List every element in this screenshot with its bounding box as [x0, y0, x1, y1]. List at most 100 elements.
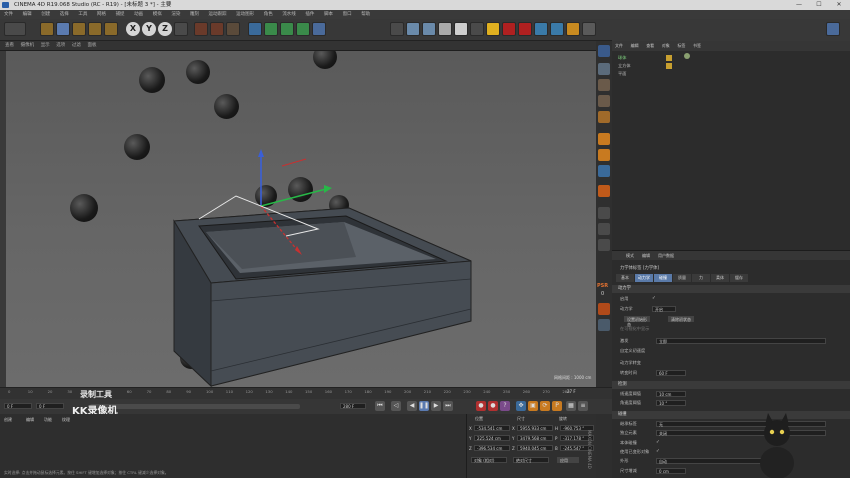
floor-icon[interactable]	[406, 22, 420, 36]
previous-key-button[interactable]: ◁	[391, 401, 401, 411]
environment-icon[interactable]	[438, 22, 452, 36]
axis-gizmo[interactable]	[6, 51, 596, 387]
rotation-key-button[interactable]: ⟳	[540, 401, 550, 411]
pen-spline-icon[interactable]	[264, 22, 278, 36]
menu-file[interactable]: 文件	[0, 10, 17, 19]
menu-select[interactable]: 选择	[56, 10, 73, 19]
area-light-icon[interactable]	[534, 22, 548, 36]
go-to-start-button[interactable]: ⏮	[375, 401, 385, 411]
menu-help[interactable]: 帮助	[357, 10, 374, 19]
menu-mograph[interactable]: 运动图形	[232, 10, 258, 19]
menu-simulate[interactable]: 模拟	[149, 10, 166, 19]
3d-viewport[interactable]: 网格间距 : 1000 cm	[0, 51, 596, 387]
object-menu-view[interactable]: 查看	[643, 41, 657, 51]
texture-mode-icon[interactable]	[598, 79, 610, 91]
background-icon[interactable]	[454, 22, 468, 36]
enable-snap-icon[interactable]	[598, 165, 610, 177]
xpresso-icon[interactable]	[582, 22, 596, 36]
knife-icon[interactable]	[598, 319, 610, 331]
position-key-button[interactable]: ✥	[516, 401, 526, 411]
sun-icon[interactable]	[550, 22, 564, 36]
snap-icon[interactable]	[598, 149, 610, 161]
menu-script[interactable]: 脚本	[320, 10, 337, 19]
menu-window[interactable]: 窗口	[339, 10, 356, 19]
object-menu-bookmarks[interactable]: 书签	[690, 41, 704, 51]
tab-basic[interactable]: 基本	[616, 274, 634, 282]
play-backward-button[interactable]: ◀	[407, 401, 417, 411]
minimize-button[interactable]: —	[790, 0, 808, 10]
viewport-menu-options[interactable]: 选项	[56, 41, 65, 51]
workplane-icon[interactable]	[598, 95, 610, 107]
cube-object-icon[interactable]	[248, 22, 262, 36]
angular-threshold-field[interactable]: 10 °	[656, 400, 686, 406]
deformer-icon[interactable]	[312, 22, 326, 36]
position-z-field[interactable]: -396.534 cm	[474, 445, 510, 451]
tab-cache[interactable]: 缓存	[730, 274, 748, 282]
scale-key-button[interactable]: ▣	[528, 401, 538, 411]
clear-initial-state-button[interactable]: 清除初状态	[668, 316, 694, 322]
menu-character[interactable]: 角色	[260, 10, 277, 19]
coordinate-system-icon[interactable]	[174, 22, 188, 36]
viewport-menu-camera[interactable]: 摄像机	[21, 41, 35, 51]
spot-light-icon[interactable]	[518, 22, 532, 36]
size-increment-field[interactable]: 0 cm	[656, 468, 686, 474]
render-picture-viewer-icon[interactable]	[210, 22, 224, 36]
material-menu-texture[interactable]: 纹理	[62, 417, 70, 423]
move-icon[interactable]	[56, 22, 70, 36]
menu-sculpt[interactable]: 雕刻	[186, 10, 203, 19]
viewport-menu-filter[interactable]: 过滤	[72, 41, 81, 51]
tab-dynamics[interactable]: 动力学	[635, 274, 653, 282]
keyframe-selection-button[interactable]: ?	[500, 401, 510, 411]
menu-edit[interactable]: 编辑	[19, 10, 36, 19]
autokey-button[interactable]: ●	[488, 401, 498, 411]
menu-animate[interactable]: 动画	[130, 10, 147, 19]
play-forward-button[interactable]: ▶	[431, 401, 441, 411]
sky-icon[interactable]	[422, 22, 436, 36]
position-y-field[interactable]: 225.524 cm	[474, 435, 510, 441]
grid-icon[interactable]	[598, 239, 610, 251]
light-icon[interactable]	[486, 22, 500, 36]
material-menu-function[interactable]: 功能	[44, 417, 52, 423]
close-button[interactable]: ✕	[830, 0, 848, 10]
grid-icon[interactable]	[598, 207, 610, 219]
menu-pipeline[interactable]: 流水线	[278, 10, 300, 19]
tab-collision[interactable]: 碰撞	[654, 274, 672, 282]
set-initial-state-button[interactable]: 设置初始形态	[624, 316, 650, 327]
menu-tools[interactable]: 工具	[74, 10, 91, 19]
size-mode-select[interactable]: 绝对尺寸	[513, 457, 549, 463]
edges-mode-icon[interactable]	[598, 133, 610, 145]
rotate-icon[interactable]	[88, 22, 102, 36]
go-to-end-button[interactable]: ⏭	[443, 401, 453, 411]
live-select-icon[interactable]	[40, 22, 54, 36]
coord-mode-select[interactable]: 对象 (相对)	[471, 457, 507, 463]
render-view-icon[interactable]	[194, 22, 208, 36]
model-mode-icon[interactable]	[598, 63, 610, 75]
tab-soft-body[interactable]: 柔体	[711, 274, 729, 282]
attribute-menu-mode[interactable]: 模式	[626, 253, 634, 259]
size-y-field[interactable]: 3479.568 cm	[517, 435, 553, 441]
self-collisions-checkbox[interactable]: ✓	[656, 440, 660, 445]
points-mode-icon[interactable]	[598, 111, 610, 123]
menu-plugins[interactable]: 插件	[301, 10, 318, 19]
z-axis-toggle[interactable]: Z	[158, 22, 172, 36]
camera-icon[interactable]	[470, 22, 484, 36]
object-menu-edit[interactable]: 编辑	[628, 41, 642, 51]
size-x-field[interactable]: 5955.933 cm	[517, 425, 553, 431]
apply-button[interactable]: 应用	[557, 457, 579, 463]
view-layout-icon[interactable]	[390, 22, 404, 36]
python-generator-icon[interactable]	[566, 22, 580, 36]
enabled-checkbox[interactable]: ✓	[652, 296, 656, 301]
lock-workplane-icon[interactable]	[598, 185, 610, 197]
render-settings-icon[interactable]	[226, 22, 240, 36]
viewport-menu-panel[interactable]: 面板	[87, 41, 96, 51]
make-editable-icon[interactable]	[598, 45, 610, 57]
size-z-field[interactable]: 5940.045 cm	[517, 445, 553, 451]
viewport-menu-view[interactable]: 查看	[5, 41, 14, 51]
object-menu-tags[interactable]: 标签	[674, 41, 688, 51]
frame-range-slider[interactable]	[90, 404, 300, 409]
use-deformed-checkbox[interactable]: ✓	[656, 449, 660, 454]
object-menu-objects[interactable]: 对象	[659, 41, 673, 51]
object-menu-file[interactable]: 文件	[612, 41, 626, 51]
y-axis-toggle[interactable]: Y	[142, 22, 156, 36]
layout-icon[interactable]	[826, 22, 840, 36]
